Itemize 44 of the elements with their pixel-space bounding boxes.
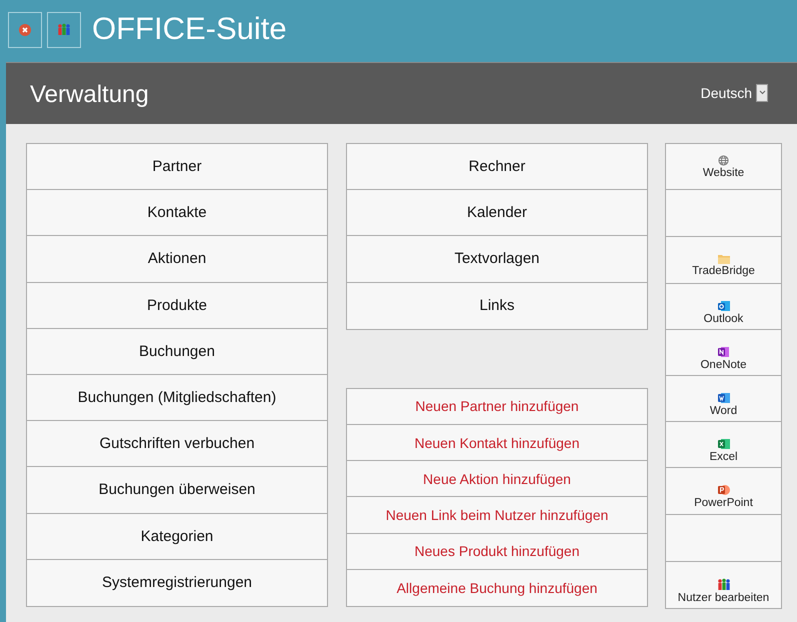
app-title: OFFICE-Suite bbox=[92, 11, 287, 47]
menu-tile[interactable]: Kategorien bbox=[27, 514, 327, 560]
app-tile[interactable]: Nutzer bearbeiten bbox=[666, 562, 781, 608]
language-select[interactable]: Deutsch bbox=[700, 84, 768, 102]
menu-tile[interactable]: Buchungen (Mitgliedschaften) bbox=[27, 374, 327, 422]
app-tile[interactable]: Excel bbox=[666, 422, 781, 468]
folder-icon bbox=[718, 254, 730, 264]
users-icon bbox=[716, 578, 730, 591]
menu-tile[interactable]: Partner bbox=[27, 144, 327, 190]
users-icon bbox=[57, 23, 71, 36]
app-tile[interactable]: TradeBridge bbox=[666, 237, 781, 284]
tool-tile[interactable]: Kalender bbox=[347, 190, 647, 236]
app-tile[interactable]: OneNote bbox=[666, 330, 781, 376]
globe-icon bbox=[718, 154, 729, 166]
section-title: Verwaltung bbox=[30, 80, 149, 108]
menu-tile[interactable]: Gutschriften verbuchen bbox=[27, 421, 327, 468]
quick-action[interactable]: Neue Aktion hinzufügen bbox=[347, 461, 647, 498]
presentation-app-icon bbox=[718, 484, 730, 496]
quick-action[interactable]: Allgemeine Buchung hinzufügen bbox=[347, 570, 647, 606]
menu-tile[interactable]: Buchungen bbox=[27, 328, 327, 375]
chevron-down-icon bbox=[758, 90, 766, 95]
menu-tile[interactable]: Kontakte bbox=[27, 190, 327, 236]
menu-tile[interactable]: Buchungen überweisen bbox=[27, 467, 327, 514]
tool-tile[interactable]: Rechner bbox=[347, 144, 647, 190]
notebook-app-icon bbox=[718, 346, 730, 358]
close-icon bbox=[19, 24, 31, 36]
app-tile[interactable]: Word bbox=[666, 376, 781, 422]
tool-tile[interactable]: Links bbox=[347, 282, 647, 329]
quick-action[interactable]: Neuen Link beim Nutzer hinzufügen bbox=[347, 497, 647, 534]
menu-tile[interactable]: Aktionen bbox=[27, 236, 327, 283]
quick-action[interactable]: Neuen Partner hinzufügen bbox=[347, 388, 647, 425]
app-tile[interactable]: Website bbox=[666, 144, 781, 190]
users-button[interactable] bbox=[47, 12, 81, 48]
close-button[interactable] bbox=[8, 12, 42, 48]
spreadsheet-app-icon bbox=[718, 438, 730, 450]
quick-action[interactable]: Neuen Kontakt hinzufügen bbox=[347, 424, 647, 462]
mail-app-icon bbox=[718, 300, 730, 312]
quick-action[interactable]: Neues Produkt hinzufügen bbox=[347, 534, 647, 570]
tool-tile[interactable]: Textvorlagen bbox=[347, 236, 647, 283]
document-app-icon bbox=[718, 392, 730, 404]
app-tile[interactable]: PowerPoint bbox=[666, 468, 781, 514]
app-tile[interactable]: Outlook bbox=[666, 284, 781, 330]
menu-tile[interactable]: Systemregistrierungen bbox=[27, 560, 327, 606]
menu-tile[interactable]: Produkte bbox=[27, 282, 327, 329]
